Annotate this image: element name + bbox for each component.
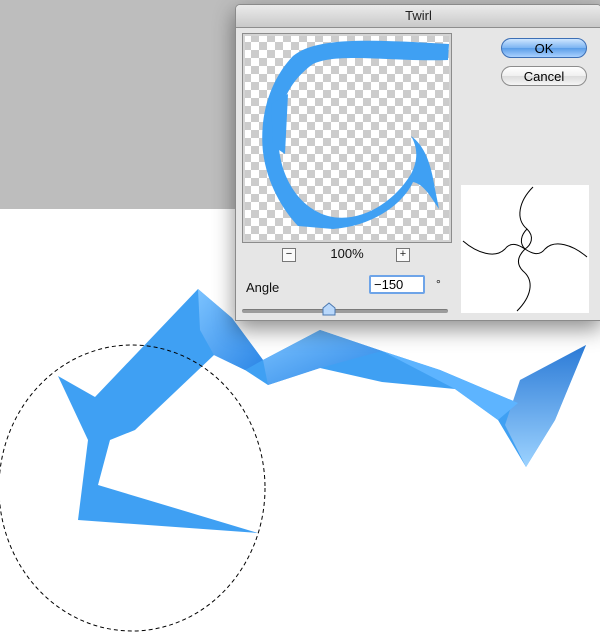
zigzag-facet [505, 345, 586, 467]
filter-preview[interactable] [242, 33, 452, 243]
dialog-title: Twirl [236, 5, 600, 28]
zoom-level: 100% [330, 246, 364, 261]
twirl-dialog: Twirl − 100% + Angle ° OK Cancel [235, 4, 600, 321]
zigzag-facet [382, 351, 518, 420]
cancel-button[interactable]: Cancel [501, 66, 587, 86]
angle-label: Angle [246, 280, 280, 295]
angle-input[interactable] [369, 275, 425, 294]
twirl-preview-shape [262, 40, 449, 229]
zoom-in-button[interactable]: + [396, 248, 410, 262]
twirl-pattern-icon [462, 186, 588, 312]
angle-slider-thumb[interactable] [322, 302, 336, 316]
angle-slider-track[interactable] [242, 309, 448, 313]
ok-button[interactable]: OK [501, 38, 587, 58]
degree-unit: ° [436, 277, 441, 291]
twirl-thumbnail [461, 185, 589, 313]
zoom-out-button[interactable]: − [282, 248, 296, 262]
